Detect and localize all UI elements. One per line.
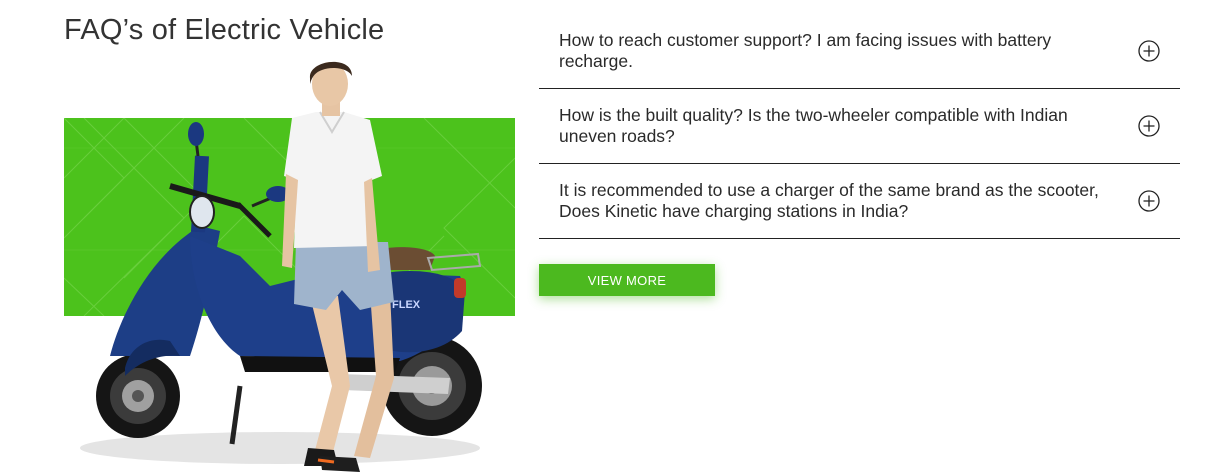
section-title: FAQ’s of Electric Vehicle [64,14,385,46]
faq-question: How is the built quality? Is the two-whe… [559,105,1068,146]
scooter-rider-image: FLEX [70,56,530,476]
faq-question: It is recommended to use a charger of th… [559,180,1099,221]
view-more-button[interactable]: VIEW MORE [539,264,715,296]
faq-question: How to reach customer support? I am faci… [559,30,1052,71]
faq-item[interactable]: How is the built quality? Is the two-whe… [539,89,1180,164]
plus-circle-icon[interactable] [1138,40,1160,62]
plus-circle-icon[interactable] [1138,190,1160,212]
faq-accordion: How to reach customer support? I am faci… [539,14,1180,239]
faq-item[interactable]: How to reach customer support? I am faci… [539,14,1180,89]
scooter-badge: FLEX [392,299,421,311]
plus-circle-icon[interactable] [1138,115,1160,137]
faq-item[interactable]: It is recommended to use a charger of th… [539,164,1180,239]
front-wheel [96,354,180,438]
